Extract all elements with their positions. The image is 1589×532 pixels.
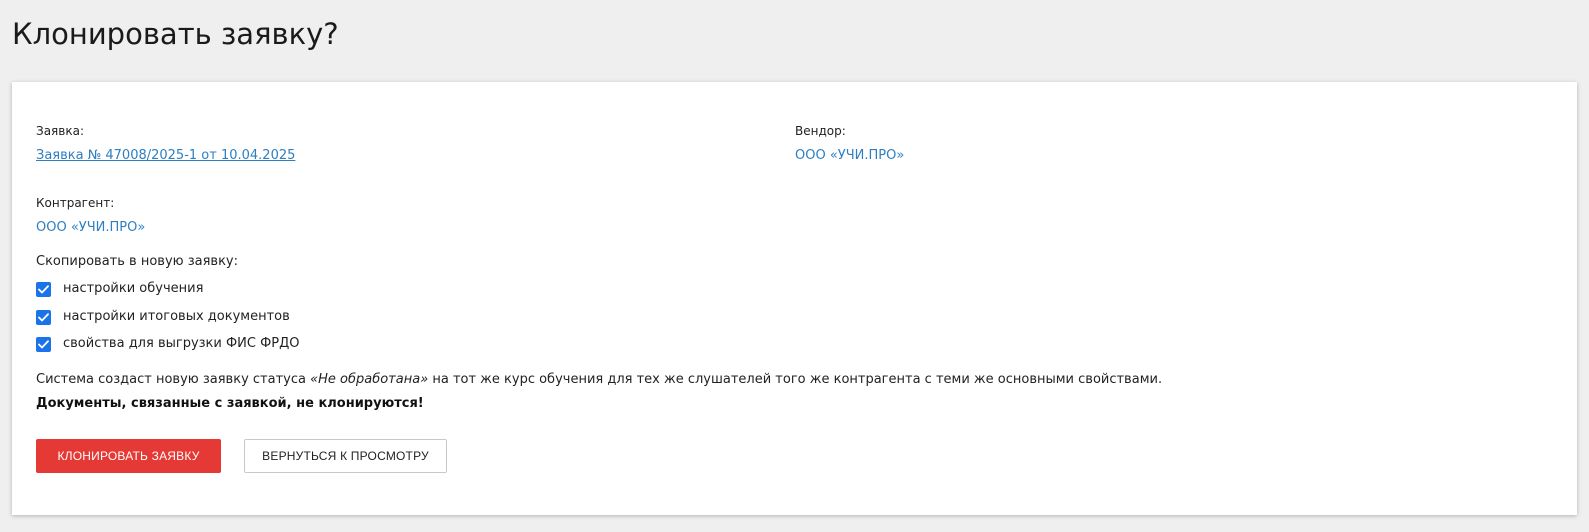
counterparty-label: Контрагент: xyxy=(36,196,115,210)
option-fis-frdo-properties[interactable]: свойства для выгрузки ФИС ФРДО xyxy=(36,335,300,353)
training-settings-checkbox[interactable] xyxy=(36,281,51,297)
counterparty-field: Контрагент: ООО «УЧИ.ПРО» xyxy=(36,195,145,237)
info-suffix: на тот же курс обучения для тех же слуша… xyxy=(428,372,1163,387)
request-field: Заявка: Заявка № 47008/2025-1 от 10.04.2… xyxy=(36,123,295,165)
checkmark-icon xyxy=(38,284,49,293)
back-to-view-button[interactable]: ВЕРНУТЬСЯ К ПРОСМОТРУ xyxy=(244,439,447,473)
fis-frdo-label[interactable]: свойства для выгрузки ФИС ФРДО xyxy=(63,335,300,353)
clone-request-card: Заявка: Заявка № 47008/2025-1 от 10.04.2… xyxy=(12,82,1577,515)
checkmark-icon xyxy=(38,312,49,321)
vendor-link[interactable]: ООО «УЧИ.ПРО» xyxy=(795,147,904,165)
info-status: «Не обработана» xyxy=(310,372,429,387)
clone-info-text: Система создаст новую заявку статуса «Не… xyxy=(36,371,1162,389)
request-link[interactable]: Заявка № 47008/2025-1 от 10.04.2025 xyxy=(36,147,295,165)
final-documents-checkbox[interactable] xyxy=(36,309,51,325)
page-title: Клонировать заявку? xyxy=(12,17,339,51)
counterparty-link[interactable]: ООО «УЧИ.ПРО» xyxy=(36,219,145,237)
vendor-field: Вендор: ООО «УЧИ.ПРО» xyxy=(795,123,904,165)
final-documents-label[interactable]: настройки итоговых документов xyxy=(63,308,290,326)
fis-frdo-checkbox[interactable] xyxy=(36,336,51,352)
info-prefix: Система создаст новую заявку статуса xyxy=(36,372,311,387)
clone-warning-text: Документы, связанные с заявкой, не клони… xyxy=(36,396,424,411)
option-final-documents-settings[interactable]: настройки итоговых документов xyxy=(36,308,290,326)
request-label: Заявка: xyxy=(36,124,84,138)
vendor-label: Вендор: xyxy=(795,124,846,138)
training-settings-label[interactable]: настройки обучения xyxy=(63,280,203,298)
clone-request-button[interactable]: КЛОНИРОВАТЬ ЗАЯВКУ xyxy=(36,439,221,473)
option-training-settings[interactable]: настройки обучения xyxy=(36,280,203,298)
checkmark-icon xyxy=(38,339,49,348)
copy-options-title: Скопировать в новую заявку: xyxy=(36,254,238,269)
